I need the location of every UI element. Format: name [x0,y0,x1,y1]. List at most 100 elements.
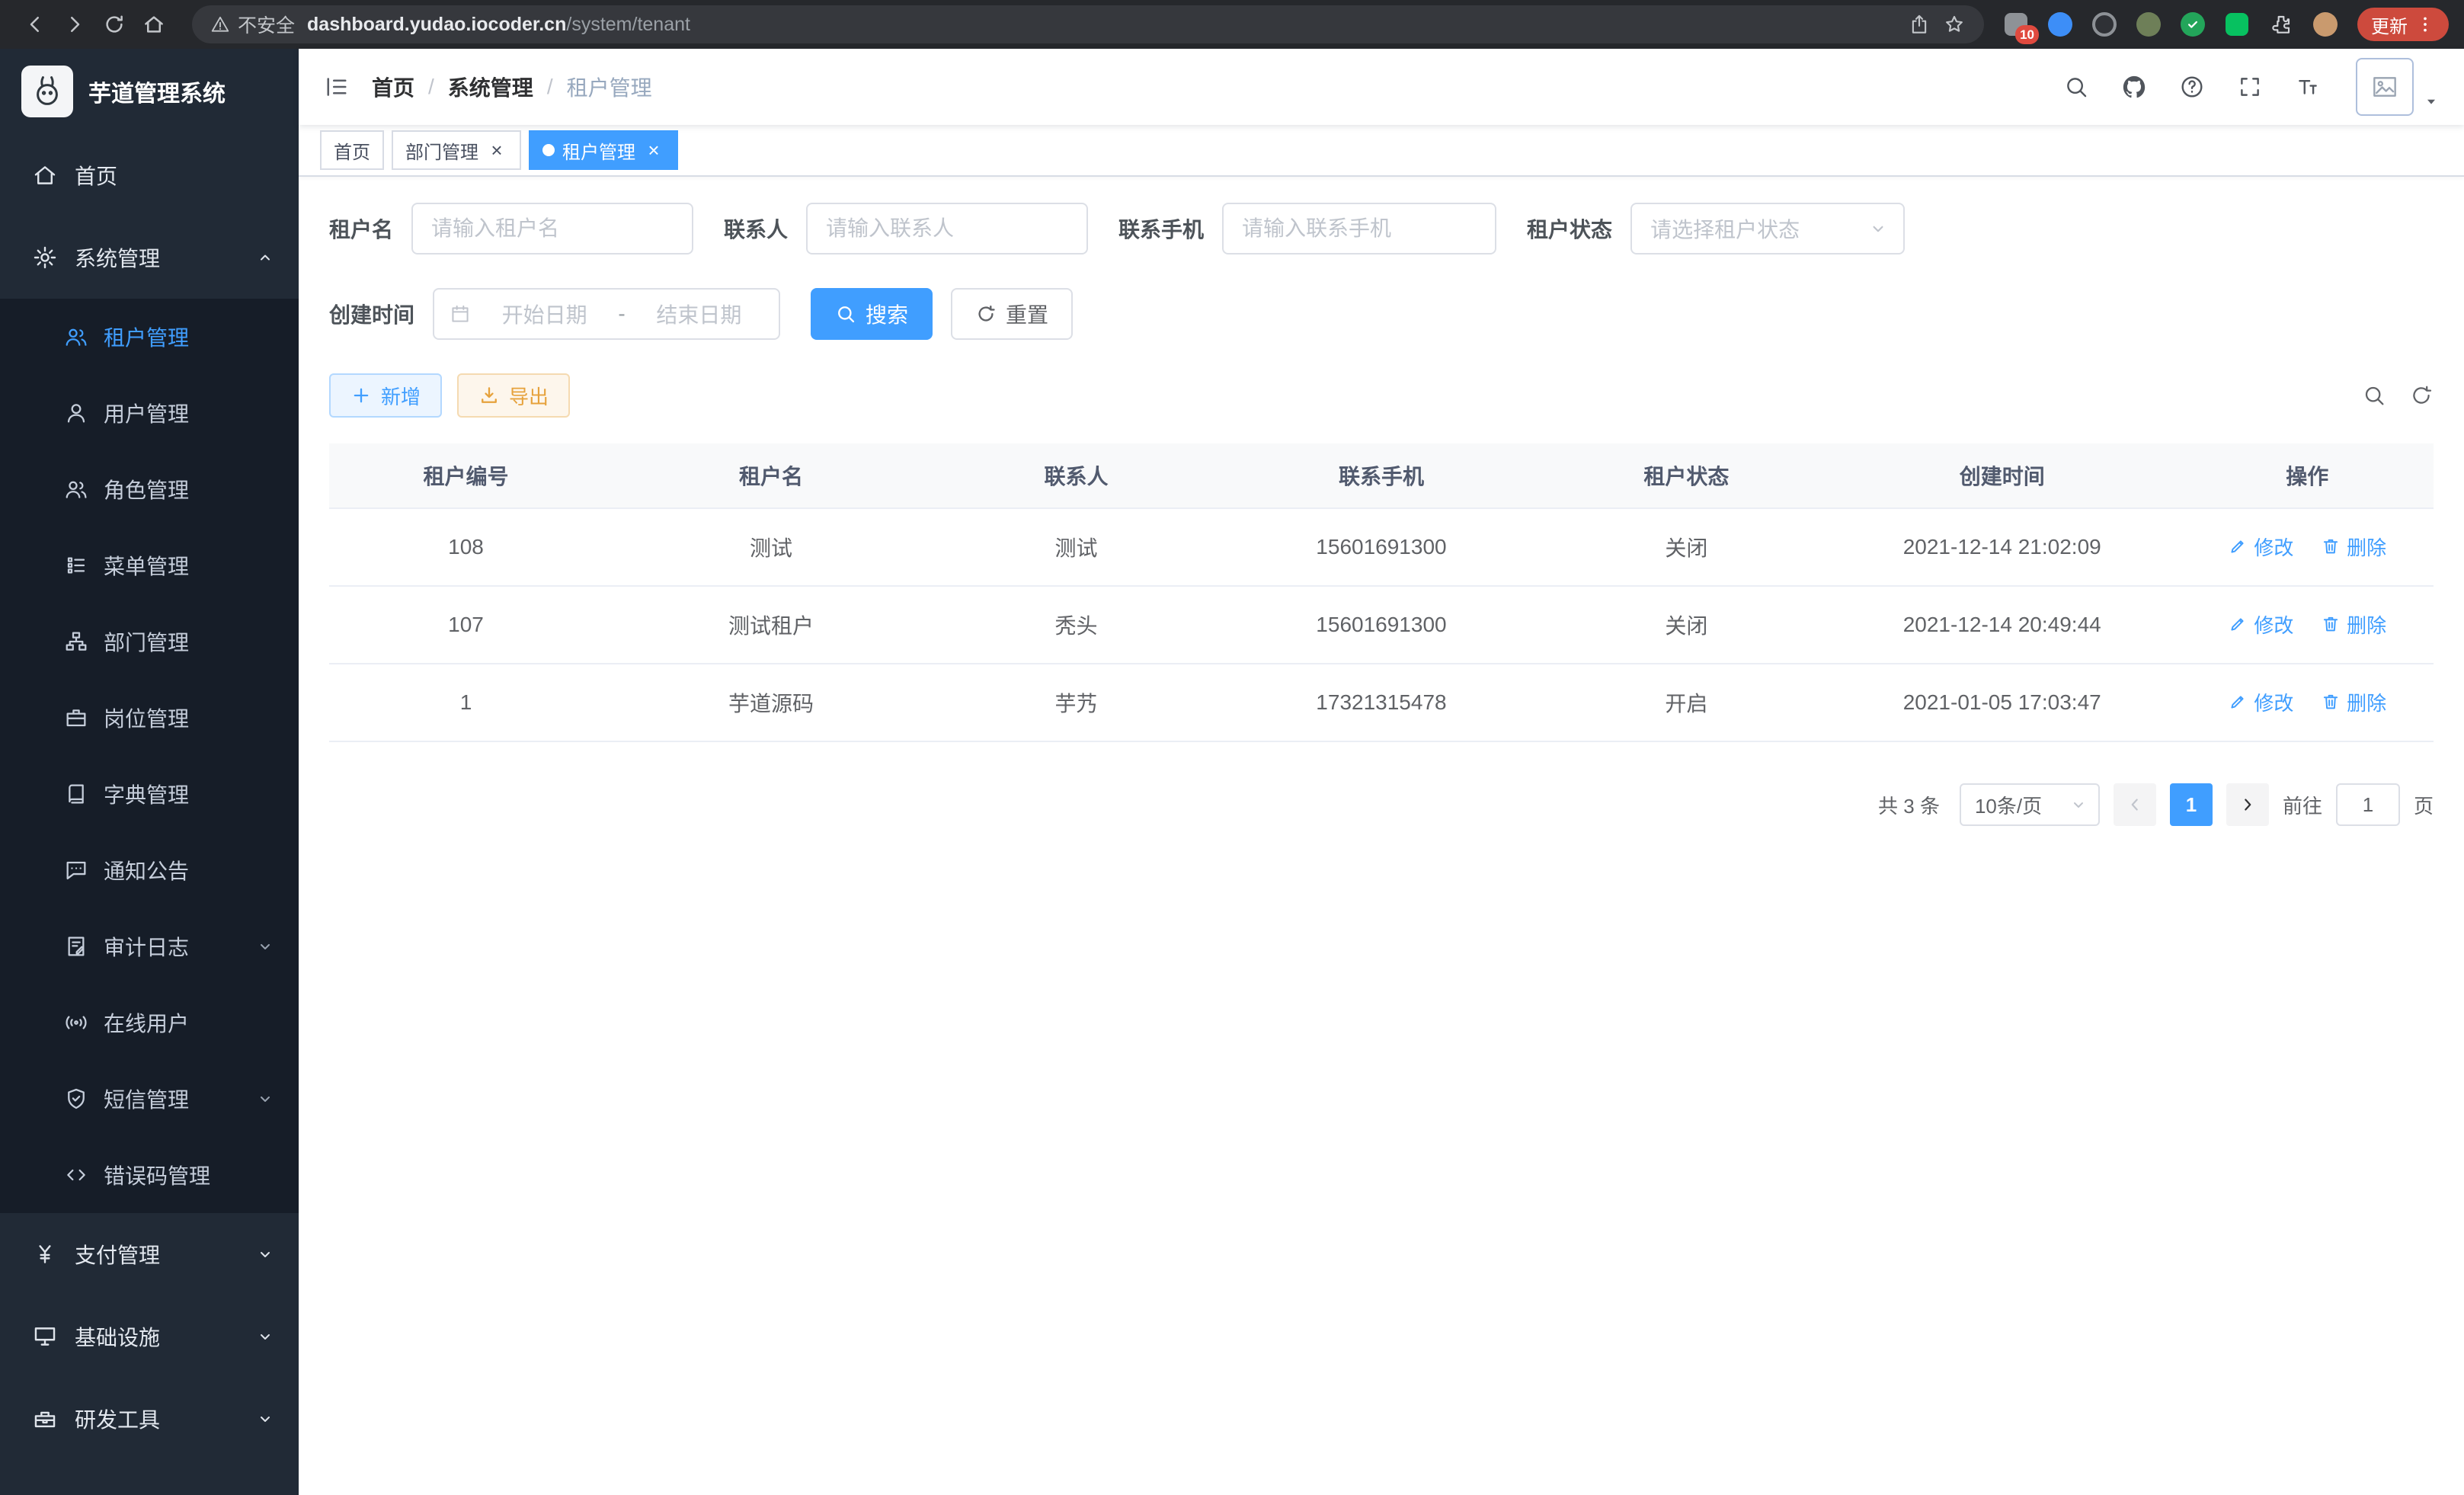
caret-down-icon[interactable] [2423,93,2440,110]
cell-actions: 修改 删除 [2181,586,2434,664]
contact-input[interactable] [806,203,1088,255]
extension-icon-2[interactable] [2046,11,2074,38]
sidebar-item-system-management[interactable]: 系统管理 [0,216,299,299]
reset-button[interactable]: 重置 [951,288,1073,340]
sidebar-item-user-management[interactable]: 用户管理 [0,375,299,451]
chevron-down-icon [256,937,274,956]
fullscreen-button[interactable] [2237,74,2263,100]
sidebar-item-label: 审计日志 [104,931,189,962]
delete-link[interactable]: 删除 [2321,533,2386,561]
prev-page-button[interactable] [2114,783,2156,826]
tab-tenant-management[interactable]: 租户管理 × [529,130,678,170]
sidebar-item-online-users[interactable]: 在线用户 [0,984,299,1061]
sidebar-item-error-code-management[interactable]: 错误码管理 [0,1137,299,1213]
logo-image [21,66,73,117]
sidebar-item-dev-tools[interactable]: 研发工具 [0,1378,299,1460]
browser-reload-button[interactable] [94,5,134,44]
sidebar-item-label: 系统管理 [75,242,160,273]
mobile-input[interactable] [1222,203,1496,255]
cell-mobile: 15601691300 [1213,508,1550,586]
book-icon [64,782,88,806]
github-button[interactable] [2121,74,2147,100]
search-button[interactable]: 搜索 [811,288,933,340]
breadcrumb-system[interactable]: 系统管理 [448,72,533,102]
docs-help-button[interactable] [2179,74,2205,100]
sidebar-item-label: 通知公告 [104,855,189,885]
page-size-select[interactable]: 10条/页 [1960,783,2100,826]
sidebar-item-label: 岗位管理 [104,703,189,733]
goto-page-input[interactable] [2336,783,2400,826]
sidebar-item-post-management[interactable]: 岗位管理 [0,680,299,756]
next-page-button[interactable] [2226,783,2269,826]
browser-update-button[interactable]: 更新 [2357,8,2449,41]
status-label: 租户状态 [1527,213,1612,244]
filter-mobile: 联系手机 [1118,203,1496,255]
sidebar-item-dict-management[interactable]: 字典管理 [0,756,299,832]
app-logo[interactable]: 芋道管理系统 [0,49,299,134]
puzzle-icon [2269,12,2293,37]
search-toggle-icon[interactable] [2362,383,2386,408]
add-button[interactable]: 新增 [329,373,442,418]
extension-icon-3[interactable] [2091,11,2118,38]
close-icon[interactable]: × [643,139,664,161]
sidebar-toggle-button[interactable] [323,73,350,101]
sidebar-item-home[interactable]: 首页 [0,134,299,216]
status-select[interactable]: 请选择租户状态 [1630,203,1905,255]
extensions-puzzle-icon[interactable] [2267,11,2295,38]
bookmark-star-icon[interactable] [1943,13,1966,36]
url-host: dashboard.yudao.iocoder.cn [307,14,566,35]
user-avatar[interactable] [2356,58,2414,116]
close-icon[interactable]: × [486,139,507,161]
edit-link[interactable]: 修改 [2228,610,2293,639]
start-date-placeholder[interactable]: 开始日期 [480,299,609,329]
refresh-table-icon[interactable] [2409,383,2434,408]
breadcrumb-home[interactable]: 首页 [372,72,414,102]
sidebar-item-label: 角色管理 [104,474,189,504]
page-1-button[interactable]: 1 [2170,783,2213,826]
arrow-right-icon [2238,795,2258,815]
extension-icon-4[interactable] [2135,11,2162,38]
extension-icon-5[interactable] [2179,11,2206,38]
share-icon[interactable] [1908,13,1931,36]
sidebar-item-label: 租户管理 [104,322,189,352]
chevron-down-icon [256,1327,274,1346]
sidebar-item-menu-management[interactable]: 菜单管理 [0,527,299,603]
user-menu[interactable] [2356,58,2440,116]
url-text: dashboard.yudao.iocoder.cn/system/tenant [307,14,690,36]
tab-dept-management[interactable]: 部门管理 × [392,130,521,170]
navbar-actions [2063,58,2440,116]
extension-icon-1[interactable]: 10 [2002,11,2030,38]
sidebar-item-infrastructure[interactable]: 基础设施 [0,1295,299,1378]
sidebar-item-dept-management[interactable]: 部门管理 [0,603,299,680]
pagination: 共 3 条 10条/页 1 前往 页 [329,783,2434,826]
tab-label: 部门管理 [405,137,478,164]
header-search-button[interactable] [2063,74,2089,100]
browser-forward-button[interactable] [55,5,94,44]
table-toolbar: 新增 导出 [329,373,2434,418]
font-size-button[interactable] [2295,74,2321,100]
profile-avatar-icon[interactable] [2312,11,2339,38]
export-button[interactable]: 导出 [457,373,570,418]
browser-home-button[interactable] [134,5,174,44]
edit-link[interactable]: 修改 [2228,688,2293,716]
edit-link[interactable]: 修改 [2228,533,2293,561]
delete-link[interactable]: 删除 [2321,688,2386,716]
mobile-label: 联系手机 [1118,213,1204,244]
browser-back-button[interactable] [15,5,55,44]
sidebar-item-label: 错误码管理 [104,1160,210,1190]
address-bar[interactable]: 不安全 dashboard.yudao.iocoder.cn/system/te… [192,5,1984,43]
sidebar-item-payment-management[interactable]: 支付管理 [0,1213,299,1295]
delete-link[interactable]: 删除 [2321,610,2386,639]
sidebar-item-sms-management[interactable]: 短信管理 [0,1061,299,1137]
sidebar-item-tenant-management[interactable]: 租户管理 [0,299,299,375]
sidebar-item-audit-log[interactable]: 审计日志 [0,908,299,984]
security-indicator[interactable]: 不安全 [210,11,295,38]
extension-icon-6[interactable] [2223,11,2251,38]
question-icon [2179,74,2205,100]
sidebar-item-notice[interactable]: 通知公告 [0,832,299,908]
end-date-placeholder[interactable]: 结束日期 [635,299,763,329]
tab-home[interactable]: 首页 [320,130,384,170]
sidebar-item-role-management[interactable]: 角色管理 [0,451,299,527]
date-range-picker[interactable]: 开始日期 - 结束日期 [433,288,780,340]
tenant-name-input[interactable] [411,203,693,255]
